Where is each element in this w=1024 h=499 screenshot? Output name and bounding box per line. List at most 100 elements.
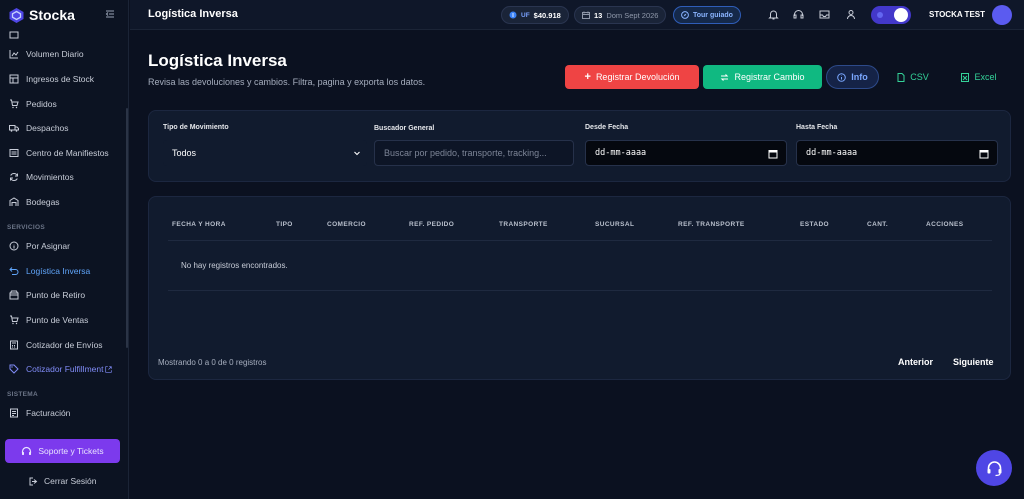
compass-icon xyxy=(681,11,689,19)
plus-icon: + xyxy=(584,71,591,83)
column-header[interactable]: ESTADO xyxy=(800,221,829,228)
sidebar-scrollbar[interactable] xyxy=(126,108,128,348)
sidebar-item-pedidos[interactable]: Pedidos xyxy=(0,94,127,114)
pagination-info: Mostrando 0 a 0 de 0 registros xyxy=(158,358,267,367)
chart-icon xyxy=(9,50,19,59)
column-header[interactable]: ACCIONES xyxy=(926,221,964,228)
info-button[interactable]: Info xyxy=(826,65,879,89)
section-servicios: SERVICIOS xyxy=(7,224,45,231)
column-header[interactable]: FECHA Y HORA xyxy=(172,221,226,228)
sidebar-item-logistica-inversa[interactable]: Logística Inversa xyxy=(0,261,127,281)
sidebar-item-label: Cotizador de Envíos xyxy=(26,340,103,350)
tag-icon xyxy=(9,364,19,374)
movement-type-select[interactable]: Todos xyxy=(163,140,367,166)
sidebar-item-facturacion[interactable]: Facturación xyxy=(0,403,127,423)
sidebar-item-label: Logística Inversa xyxy=(26,266,91,276)
sidebar-item-ingresos-de-stock[interactable]: Ingresos de Stock xyxy=(0,69,127,89)
date-indicator: 13 Dom Sept 2026 xyxy=(574,6,667,24)
theme-toggle[interactable] xyxy=(871,6,911,24)
logout-icon xyxy=(29,477,38,485)
return-arrow-icon xyxy=(9,267,19,275)
movement-type-label: Tipo de Movimiento xyxy=(163,124,229,131)
calendar-icon xyxy=(582,11,590,19)
help-chat-button[interactable] xyxy=(976,450,1012,486)
avatar[interactable] xyxy=(992,5,1012,25)
info-circle-icon xyxy=(9,241,19,251)
sidebar-item-cotizador-de-envios[interactable]: Cotizador de Envíos xyxy=(0,335,127,355)
column-header[interactable]: SUCURSAL xyxy=(595,221,634,228)
sidebar-item-label: Centro de Manifiestos xyxy=(26,148,109,158)
table-divider xyxy=(168,240,992,241)
search-label: Buscador General xyxy=(374,125,435,132)
column-header[interactable]: TRANSPORTE xyxy=(499,221,548,228)
export-csv-button[interactable]: CSV xyxy=(888,65,938,89)
sidebar-item-por-asignar[interactable]: Por Asignar xyxy=(0,236,127,256)
sidebar-item-label: Bodegas xyxy=(26,197,60,207)
tour-guide-button[interactable]: Tour guiado xyxy=(673,6,741,24)
inbox-icon[interactable] xyxy=(819,9,830,20)
sidebar-item-centro-de-manifiestos[interactable]: Centro de Manifiestos xyxy=(0,143,127,163)
support-label: Soporte y Tickets xyxy=(38,446,104,456)
sidebar-item-label: Facturación xyxy=(26,408,71,418)
sidebar-item-label: Punto de Retiro xyxy=(26,290,86,300)
column-header[interactable]: REF. TRANSPORTE xyxy=(678,221,745,228)
calendar-icon[interactable] xyxy=(979,149,989,159)
search-input[interactable]: Buscar por pedido, transporte, tracking.… xyxy=(374,140,574,166)
info-label: Info xyxy=(851,72,868,82)
register-return-label: Registrar Devolución xyxy=(595,72,680,82)
section-sistema: SISTEMA xyxy=(7,391,38,398)
register-return-button[interactable]: + Registrar Devolución xyxy=(565,65,699,89)
column-header[interactable]: COMERCIO xyxy=(327,221,366,228)
previous-page-button[interactable]: Anterior xyxy=(898,357,933,367)
file-icon xyxy=(897,72,905,82)
warehouse-icon xyxy=(9,197,19,206)
column-header[interactable]: CANT. xyxy=(867,221,888,228)
sidebar-item-label: Ingresos de Stock xyxy=(26,74,95,84)
info-icon xyxy=(837,72,847,82)
table-icon xyxy=(9,74,19,84)
sidebar-item-despachos[interactable]: Despachos xyxy=(0,118,127,138)
sidebar-item-label: Pedidos xyxy=(26,99,57,109)
next-page-button[interactable]: Siguiente xyxy=(953,357,994,367)
user-settings-icon[interactable] xyxy=(846,9,857,20)
from-date-input[interactable]: dd-mm-aaaa xyxy=(585,140,787,166)
movement-type-value: Todos xyxy=(172,148,197,158)
register-exchange-button[interactable]: Registrar Cambio xyxy=(703,65,822,89)
stocka-logo-icon xyxy=(8,7,25,24)
calendar-icon[interactable] xyxy=(768,149,778,159)
swap-icon xyxy=(721,73,729,81)
headset-icon xyxy=(987,460,1001,476)
list-icon xyxy=(9,149,19,157)
date-rest: Dom Sept 2026 xyxy=(606,10,659,20)
uf-label: UF xyxy=(521,11,530,19)
user-name[interactable]: STOCKA TEST xyxy=(929,10,985,19)
support-tickets-button[interactable]: Soporte y Tickets xyxy=(5,439,120,463)
sidebar-item-punto-de-retiro[interactable]: Punto de Retiro xyxy=(0,285,127,305)
collapse-sidebar-icon[interactable] xyxy=(104,8,116,20)
sidebar-item-cotizador-fulfillment[interactable]: Cotizador Fulfillment xyxy=(0,359,127,379)
store-icon xyxy=(9,290,19,300)
refresh-icon xyxy=(10,172,18,182)
brand[interactable]: Stocka xyxy=(8,5,75,25)
column-header[interactable]: REF. PEDIDO xyxy=(409,221,454,228)
headset-icon[interactable] xyxy=(793,9,804,20)
sidebar-item-bodegas[interactable]: Bodegas xyxy=(0,192,127,212)
bell-icon[interactable] xyxy=(768,9,779,20)
sidebar-item-volumen-diario[interactable]: Volumen Diario xyxy=(0,44,127,64)
csv-label: CSV xyxy=(910,72,929,82)
from-date-label: Desde Fecha xyxy=(585,124,629,131)
tour-label: Tour guiado xyxy=(693,11,733,19)
date-day: 13 xyxy=(594,10,603,20)
sidebar-item-cut[interactable] xyxy=(0,31,127,45)
empty-message: No hay registros encontrados. xyxy=(181,261,288,270)
table-divider xyxy=(168,290,992,291)
logout-button[interactable]: Cerrar Sesión xyxy=(29,476,96,486)
sidebar: Stocka Volumen Diario Ingresos de Stock … xyxy=(0,0,129,499)
sidebar-item-movimientos[interactable]: Movimientos xyxy=(0,167,127,187)
column-header[interactable]: TIPO xyxy=(276,221,293,228)
to-date-input[interactable]: dd-mm-aaaa xyxy=(796,140,998,166)
sidebar-item-punto-de-ventas[interactable]: Punto de Ventas xyxy=(0,310,127,330)
export-excel-button[interactable]: Excel xyxy=(951,65,1007,89)
brand-name: Stocka xyxy=(29,7,75,23)
moon-icon xyxy=(877,12,883,18)
